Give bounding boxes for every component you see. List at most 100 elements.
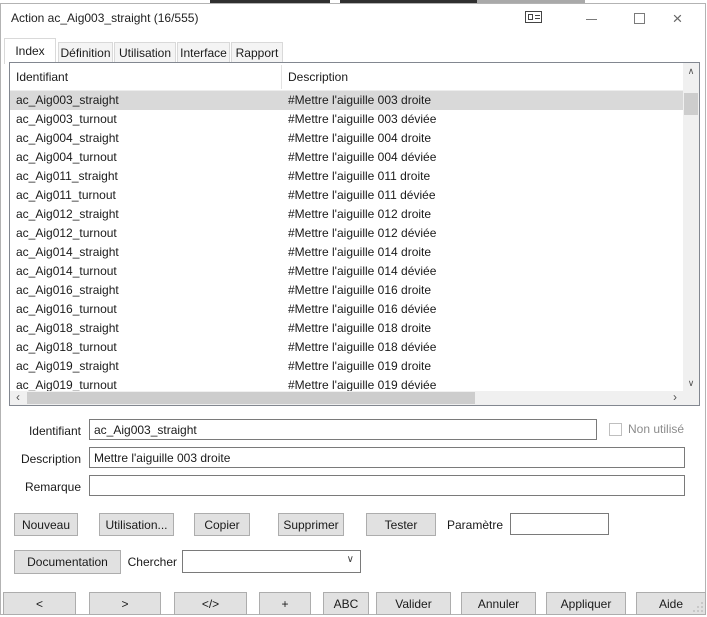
row-identifiant: ac_Aig011_straight: [16, 167, 118, 186]
row-description: #Mettre l'aiguille 019 droite: [288, 357, 431, 376]
list-row[interactable]: ac_Aig011_straight #Mettre l'aiguille 011…: [10, 167, 683, 186]
next-button[interactable]: >: [89, 592, 161, 615]
scrollbar-corner: [683, 391, 699, 405]
maximize-icon: [634, 13, 645, 24]
identifiant-field[interactable]: [89, 419, 597, 440]
abc-button[interactable]: ABC: [323, 592, 369, 615]
code-button[interactable]: </>: [174, 592, 247, 615]
window-title: Action ac_Aig003_straight (16/555): [11, 11, 198, 25]
row-description: #Mettre l'aiguille 011 déviée: [288, 186, 436, 205]
row-identifiant: ac_Aig018_turnout: [16, 338, 117, 357]
list-row[interactable]: ac_Aig012_turnout #Mettre l'aiguille 012 …: [10, 224, 683, 243]
titlebar: Action ac_Aig003_straight (16/555) ×: [1, 4, 705, 33]
action-list: Identifiant Description ac_Aig003_straig…: [9, 62, 700, 406]
list-row[interactable]: ac_Aig018_turnout #Mettre l'aiguille 018 …: [10, 338, 683, 357]
list-row[interactable]: ac_Aig004_turnout #Mettre l'aiguille 004 …: [10, 148, 683, 167]
tab-rapport[interactable]: Rapport: [231, 42, 283, 63]
tab-interface[interactable]: Interface: [177, 42, 230, 63]
list-row[interactable]: ac_Aig016_straight #Mettre l'aiguille 016…: [10, 281, 683, 300]
row-identifiant: ac_Aig012_straight: [16, 205, 119, 224]
remarque-label: Remarque: [1, 480, 81, 494]
row-description: #Mettre l'aiguille 019 déviée: [288, 376, 436, 391]
row-description: #Mettre l'aiguille 016 déviée: [288, 300, 436, 319]
dialog-window: Action ac_Aig003_straight (16/555) × Ind…: [0, 3, 706, 615]
list-rows: ac_Aig003_straight#Mettre l'aiguille 003…: [10, 91, 683, 391]
window-list-icon[interactable]: [525, 11, 542, 23]
annuler-button[interactable]: Annuler: [461, 592, 536, 615]
previous-button[interactable]: <: [3, 592, 76, 615]
non-utilise-label: Non utilisé: [628, 422, 684, 436]
list-row[interactable]: ac_Aig016_turnout #Mettre l'aiguille 016 …: [10, 300, 683, 319]
list-row[interactable]: ac_Aig004_straight #Mettre l'aiguille 004…: [10, 129, 683, 148]
parametre-field[interactable]: [510, 513, 609, 535]
supprimer-button[interactable]: Supprimer: [278, 513, 344, 536]
list-header: Identifiant Description: [10, 63, 683, 91]
scroll-down-icon[interactable]: ∨: [683, 375, 699, 391]
copier-button[interactable]: Copier: [194, 513, 250, 536]
list-row[interactable]: ac_Aig003_turnout#Mettre l'aiguille 003 …: [10, 110, 683, 129]
row-identifiant: ac_Aig018_straight: [16, 319, 119, 338]
chercher-combobox[interactable]: ∨: [182, 550, 361, 573]
row-description: #Mettre l'aiguille 014 droite: [288, 243, 431, 262]
tester-button[interactable]: Tester: [366, 513, 436, 536]
non-utilise-checkbox[interactable]: [609, 423, 622, 436]
documentation-button[interactable]: Documentation: [14, 550, 121, 574]
tab-index[interactable]: Index: [4, 38, 56, 64]
scroll-up-icon[interactable]: ∧: [683, 63, 699, 79]
row-description: #Mettre l'aiguille 018 déviée: [288, 338, 436, 357]
row-description: #Mettre l'aiguille 011 droite: [288, 167, 430, 186]
row-description: #Mettre l'aiguille 012 déviée: [288, 224, 436, 243]
vertical-scroll-thumb[interactable]: [684, 93, 698, 115]
row-identifiant: ac_Aig014_straight: [16, 243, 119, 262]
row-description: #Mettre l'aiguille 012 droite: [288, 205, 431, 224]
description-field[interactable]: [89, 447, 685, 468]
list-row[interactable]: ac_Aig003_straight#Mettre l'aiguille 003…: [10, 91, 683, 110]
row-description: #Mettre l'aiguille 003 déviée: [288, 110, 436, 129]
row-identifiant: ac_Aig004_turnout: [16, 148, 117, 167]
tab-definition[interactable]: Définition: [58, 42, 113, 63]
list-row[interactable]: ac_Aig012_straight #Mettre l'aiguille 012…: [10, 205, 683, 224]
row-description: #Mettre l'aiguille 003 droite: [288, 91, 431, 110]
row-identifiant: ac_Aig019_straight: [16, 357, 119, 376]
list-row[interactable]: ac_Aig014_straight #Mettre l'aiguille 014…: [10, 243, 683, 262]
remarque-field[interactable]: [89, 475, 685, 496]
list-row[interactable]: ac_Aig014_turnout #Mettre l'aiguille 014 …: [10, 262, 683, 281]
description-label: Description: [1, 452, 81, 466]
column-divider[interactable]: [281, 65, 282, 89]
column-header-description[interactable]: Description: [288, 70, 348, 84]
row-identifiant: ac_Aig011_turnout: [16, 186, 116, 205]
row-description: #Mettre l'aiguille 004 déviée: [288, 148, 436, 167]
row-identifiant: ac_Aig014_turnout: [16, 262, 117, 281]
horizontal-scrollbar[interactable]: ‹ ›: [10, 391, 683, 405]
list-row[interactable]: ac_Aig011_turnout #Mettre l'aiguille 011 …: [10, 186, 683, 205]
appliquer-button[interactable]: Appliquer: [546, 592, 626, 615]
column-header-identifiant[interactable]: Identifiant: [16, 70, 68, 84]
list-row[interactable]: ac_Aig019_straight #Mettre l'aiguille 019…: [10, 357, 683, 376]
identifiant-label: Identifiant: [1, 424, 81, 438]
utilisation-button[interactable]: Utilisation...: [99, 513, 174, 536]
list-row[interactable]: ac_Aig019_turnout#Mettre l'aiguille 019 …: [10, 376, 683, 391]
parametre-label: Paramètre: [441, 518, 503, 532]
resize-grip[interactable]: [691, 600, 703, 612]
add-button[interactable]: +: [259, 592, 311, 615]
close-button[interactable]: ×: [655, 4, 700, 33]
row-description: #Mettre l'aiguille 014 déviée: [288, 262, 436, 281]
row-description: #Mettre l'aiguille 016 droite: [288, 281, 431, 300]
scroll-right-icon[interactable]: ›: [667, 391, 683, 405]
horizontal-scroll-thumb[interactable]: [27, 392, 475, 404]
close-icon: ×: [673, 9, 683, 28]
list-row[interactable]: ac_Aig018_straight #Mettre l'aiguille 018…: [10, 319, 683, 338]
scroll-left-icon[interactable]: ‹: [10, 391, 26, 405]
row-identifiant: ac_Aig016_straight: [16, 281, 119, 300]
nouveau-button[interactable]: Nouveau: [14, 513, 78, 536]
row-identifiant: ac_Aig004_straight: [16, 129, 119, 148]
row-identifiant: ac_Aig016_turnout: [16, 300, 117, 319]
tab-utilisation[interactable]: Utilisation: [114, 42, 176, 63]
valider-button[interactable]: Valider: [376, 592, 451, 615]
chevron-down-icon: ∨: [347, 554, 354, 565]
minimize-button[interactable]: [569, 4, 614, 33]
row-identifiant: ac_Aig012_turnout: [16, 224, 117, 243]
vertical-scrollbar[interactable]: ∧ ∨: [683, 63, 699, 391]
row-description: #Mettre l'aiguille 018 droite: [288, 319, 431, 338]
row-description: #Mettre l'aiguille 004 droite: [288, 129, 431, 148]
